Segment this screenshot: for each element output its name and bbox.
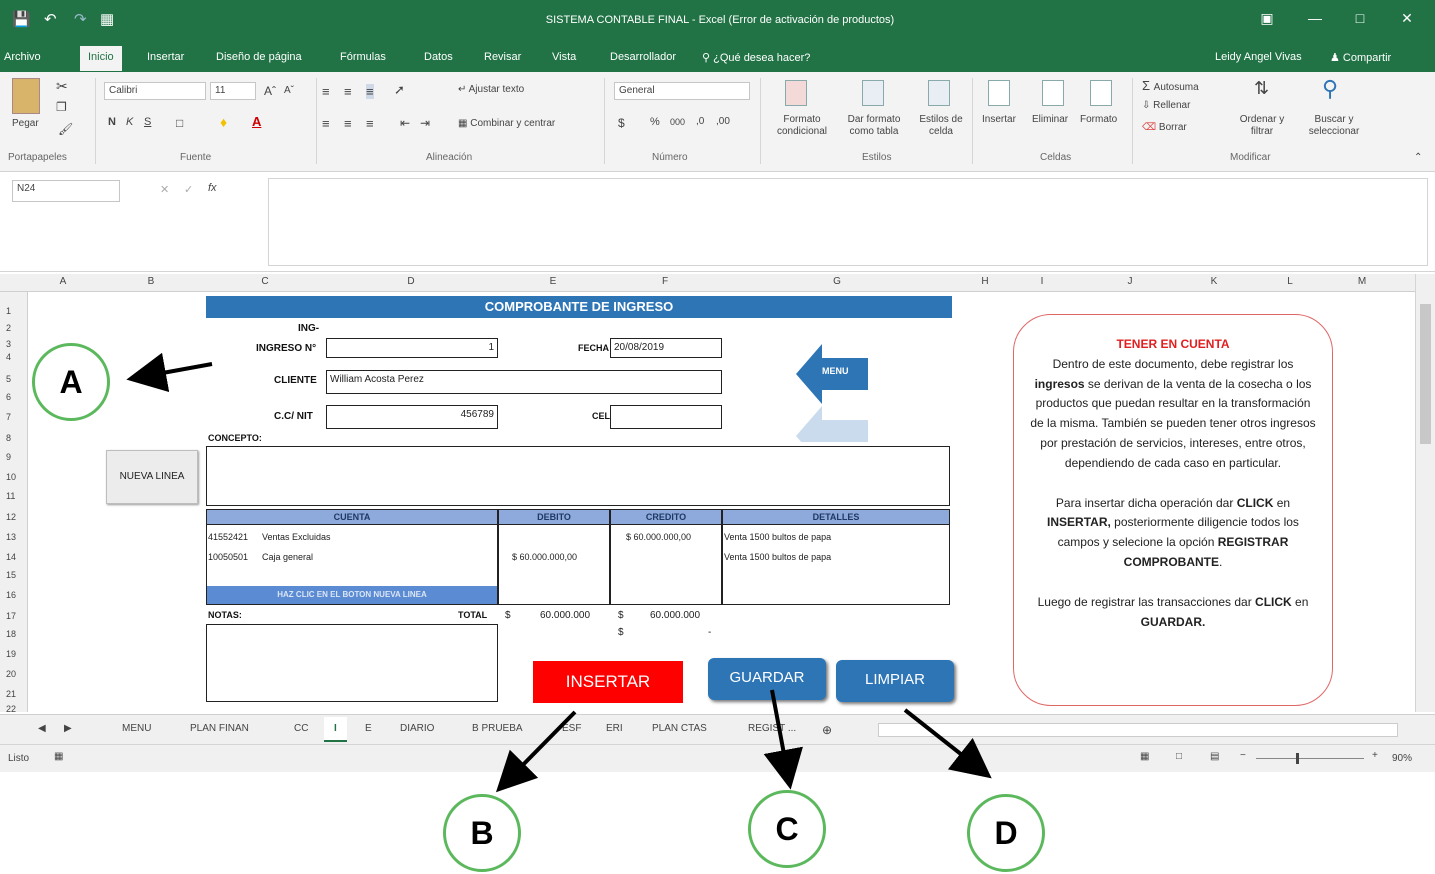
arrow-c [763, 689, 803, 790]
callout-b: B [443, 794, 521, 872]
arrow-a [126, 352, 213, 393]
callout-d: D [967, 794, 1045, 872]
arrow-b [495, 710, 577, 793]
callout-c: C [748, 790, 826, 868]
arrow-d [903, 708, 992, 779]
callout-a: A [32, 343, 110, 421]
annotation-arrows [126, 352, 992, 793]
